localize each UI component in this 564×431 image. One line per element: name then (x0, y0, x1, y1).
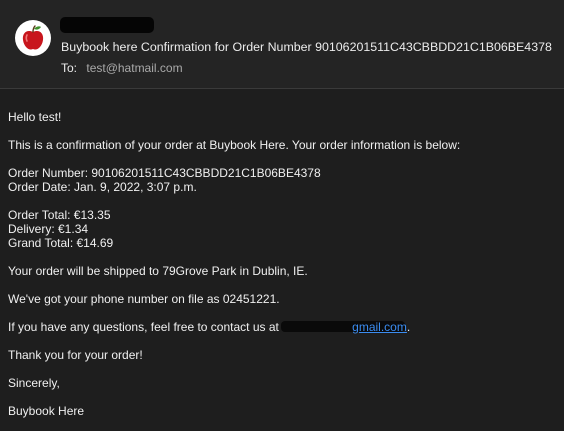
order-date: Order Date: Jan. 9, 2022, 3:07 p.m. (8, 180, 197, 194)
recipient-row: To: test@hatmail.com (61, 61, 183, 75)
greeting: Hello test! (8, 110, 62, 124)
closing-text: Sincerely, (8, 376, 60, 390)
questions-suffix: . (406, 320, 411, 334)
order-total: Order Total: €13.35 (8, 208, 111, 222)
email-body: Hello test! This is a confirmation of yo… (8, 110, 558, 431)
header-divider (0, 88, 564, 89)
order-number: Order Number: 90106201511C43CBBDD21C1B06… (8, 166, 321, 180)
sender-name-redacted (60, 17, 154, 33)
questions-prefix: If you have any questions, feel free to … (8, 320, 283, 334)
contact-email-visible[interactable]: gmail.com (352, 320, 407, 334)
phone-text: We've got your phone number on file as 0… (8, 292, 280, 306)
email-subject: Buybook here Confirmation for Order Numb… (61, 40, 552, 54)
apple-icon (22, 25, 44, 50)
order-totals: Order Total: €13.35 Delivery: €1.34 Gran… (8, 208, 558, 250)
sender-avatar[interactable] (15, 20, 51, 56)
contact-email-link[interactable]: gmail.com (281, 320, 407, 334)
signature-text: Buybook Here (8, 404, 85, 418)
intro-text: This is a confirmation of your order at … (8, 138, 461, 152)
message-header: Buybook here Confirmation for Order Numb… (0, 0, 564, 88)
grand-total: Grand Total: €14.69 (8, 236, 114, 250)
to-label: To: (61, 61, 78, 75)
delivery-cost: Delivery: €1.34 (8, 222, 89, 236)
questions-text: If you have any questions, feel free to … (8, 320, 558, 334)
recipient-address[interactable]: test@hatmail.com (86, 61, 182, 75)
shipping-text: Your order will be shipped to 79Grove Pa… (8, 264, 308, 278)
order-details: Order Number: 90106201511C43CBBDD21C1B06… (8, 166, 558, 194)
thanks-text: Thank you for your order! (8, 348, 143, 362)
